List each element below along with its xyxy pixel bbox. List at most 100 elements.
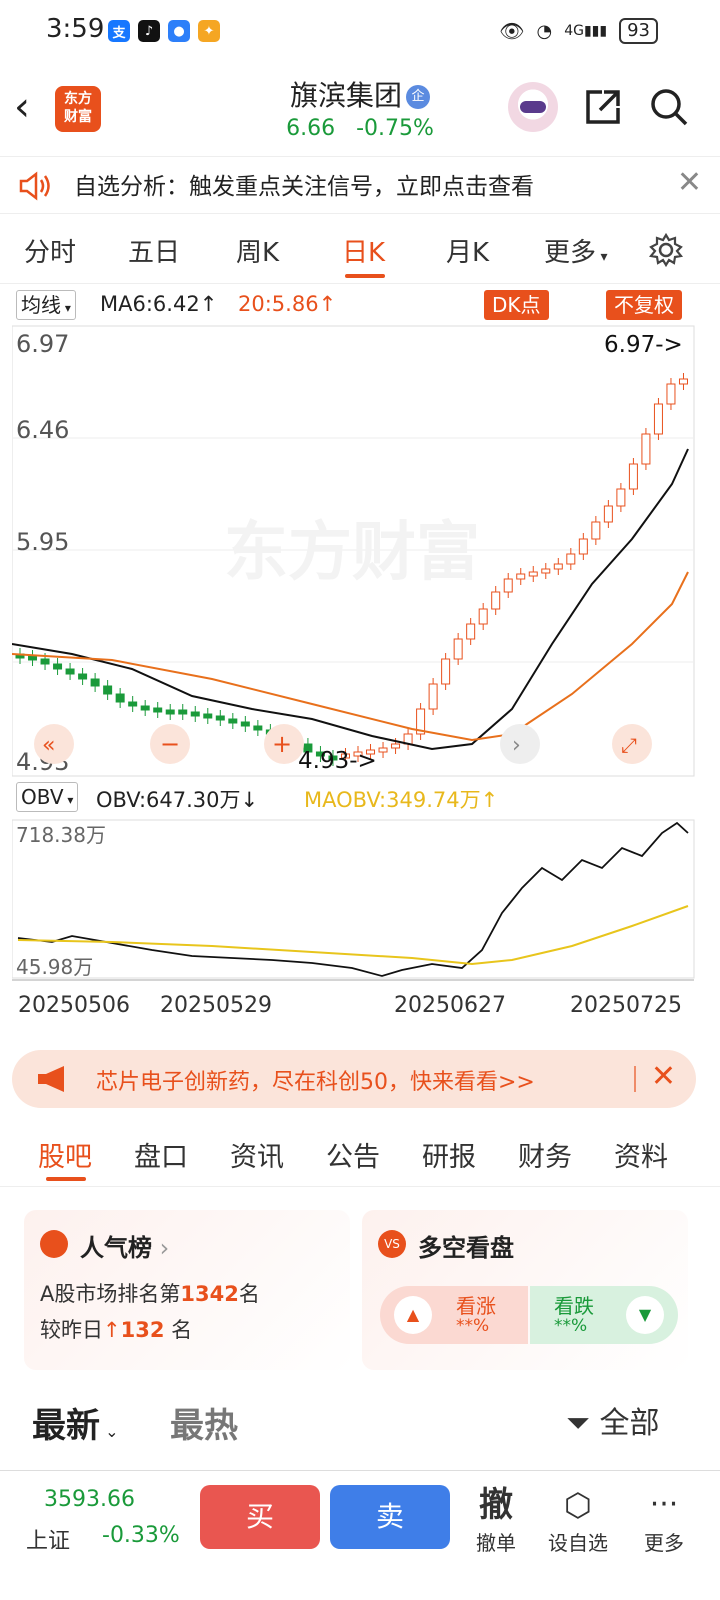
tab-guba[interactable]: 股吧 bbox=[38, 1135, 92, 1174]
svg-text:−: − bbox=[160, 730, 180, 758]
candle bbox=[240, 721, 250, 727]
tab-hot[interactable]: 最热 bbox=[170, 1398, 238, 1447]
vote-down-button[interactable]: 看跌 **% ▼ bbox=[530, 1286, 678, 1344]
x-label-4: 20250725 bbox=[570, 993, 682, 1018]
candle bbox=[90, 678, 100, 687]
ma-indicator-row: 均线 ▾ MA6:6.42↑ 20:5.86↑ DK点 不复权 bbox=[0, 288, 720, 322]
ma6-line bbox=[11, 448, 689, 751]
candle bbox=[153, 707, 163, 713]
candle bbox=[591, 521, 601, 540]
candle bbox=[653, 403, 663, 435]
active-tab-underline bbox=[46, 1177, 86, 1181]
tiktok-icon: ♪ bbox=[138, 20, 160, 42]
stock-change: -0.75% bbox=[356, 116, 434, 141]
candle bbox=[541, 568, 551, 574]
candle bbox=[378, 747, 388, 753]
more-button[interactable]: ··· 更多 bbox=[624, 1483, 704, 1556]
candle bbox=[566, 553, 576, 565]
sell-button[interactable]: 卖 bbox=[330, 1485, 450, 1549]
tab-news[interactable]: 资讯 bbox=[230, 1135, 284, 1174]
more-dots-icon: ··· bbox=[649, 1487, 679, 1522]
tab-more[interactable]: 更多 ▾ bbox=[544, 232, 608, 269]
candle bbox=[616, 488, 626, 507]
speaker-icon bbox=[19, 171, 50, 201]
chart-bar-icon bbox=[40, 1230, 68, 1258]
megaphone-icon bbox=[38, 1066, 64, 1092]
tab-latest[interactable]: 最新 ⌄ bbox=[32, 1398, 119, 1447]
promo-banner[interactable]: 芯片电子创新药，尽在科创50，快来看看>> ✕ bbox=[12, 1050, 696, 1108]
share-icon[interactable] bbox=[582, 86, 624, 128]
tab-finance[interactable]: 财务 bbox=[518, 1135, 572, 1174]
gear-icon[interactable] bbox=[648, 232, 684, 268]
tab-weekly-k[interactable]: 周K bbox=[236, 232, 279, 269]
candle bbox=[628, 463, 638, 490]
vote-up-button[interactable]: ▲ 看涨 **% bbox=[380, 1286, 528, 1344]
candle bbox=[516, 573, 526, 580]
ma6-value: MA6:6.42↑ bbox=[100, 292, 218, 316]
watermark: 东方财富 bbox=[224, 516, 480, 590]
arrow-up-icon: ▲ bbox=[394, 1296, 432, 1334]
close-icon[interactable]: ✕ bbox=[651, 1059, 676, 1094]
promo-text: 芯片电子创新药，尽在科创50，快来看看>> bbox=[96, 1070, 535, 1095]
tab-five-day[interactable]: 五日 bbox=[128, 232, 180, 269]
candle bbox=[491, 591, 501, 610]
candle bbox=[553, 563, 563, 570]
y-label-3: 5.95 bbox=[16, 528, 69, 556]
index-change[interactable]: -0.33% bbox=[102, 1523, 180, 1548]
buy-button[interactable]: 买 bbox=[200, 1485, 320, 1549]
obv-bottom-label: 45.98万 bbox=[16, 955, 93, 979]
candle bbox=[140, 705, 150, 711]
candle bbox=[78, 673, 88, 680]
tab-order-book[interactable]: 盘口 bbox=[134, 1135, 188, 1174]
kline-svg: 东方财富 6.97 6.46 5.95 4.93 6.97-> 4.93-> «… bbox=[11, 325, 695, 777]
index-name[interactable]: 上证 bbox=[26, 1523, 70, 1555]
content-tabs: 股吧 盘口 资讯 公告 研报 财务 资料 bbox=[0, 1125, 720, 1187]
candle bbox=[165, 709, 175, 715]
candle bbox=[40, 658, 50, 665]
tab-monthly-k[interactable]: 月K bbox=[446, 232, 489, 269]
obv-indicator-row: OBV ▾ OBV:647.30万↓ MAOBV:349.74万↑ bbox=[0, 780, 720, 814]
tab-daily-k[interactable]: 日K bbox=[342, 232, 385, 269]
ma-selector[interactable]: 均线 ▾ bbox=[16, 290, 76, 320]
index-value[interactable]: 3593.66 bbox=[44, 1487, 135, 1512]
obv-selector[interactable]: OBV ▾ bbox=[16, 782, 79, 812]
set-favorite-button[interactable]: ⬡ 设自选 bbox=[538, 1483, 618, 1556]
obv-chart[interactable]: 718.38万 45.98万 20250506 20250529 2025062… bbox=[11, 818, 696, 1038]
candle bbox=[53, 663, 63, 670]
market-rank: A股市场排名第1342名 bbox=[40, 1282, 260, 1306]
x-label-1: 20250506 bbox=[18, 993, 130, 1018]
enterprise-badge: 企 bbox=[406, 85, 430, 109]
popularity-card[interactable]: 人气榜 › A股市场排名第1342名 较昨日↑132 名 bbox=[24, 1210, 350, 1370]
candle bbox=[253, 725, 263, 731]
candle bbox=[441, 658, 451, 685]
search-icon[interactable] bbox=[648, 86, 690, 128]
no-adjust-button[interactable]: 不复权 bbox=[606, 290, 682, 320]
alipay-icon: 支 bbox=[108, 20, 130, 42]
x-label-2: 20250529 bbox=[160, 993, 272, 1018]
candle bbox=[578, 538, 588, 555]
kline-chart[interactable]: 东方财富 6.97 6.46 5.95 4.93 6.97-> 4.93-> «… bbox=[11, 324, 696, 779]
tab-research[interactable]: 研报 bbox=[422, 1135, 476, 1174]
tab-announcements[interactable]: 公告 bbox=[326, 1135, 380, 1174]
status-indicators: 👁 ◔ 4G▮▮▮ 93 bbox=[499, 18, 658, 44]
candle bbox=[115, 693, 125, 703]
tab-profile[interactable]: 资料 bbox=[614, 1135, 668, 1174]
dk-point-button[interactable]: DK点 bbox=[484, 290, 549, 320]
high-annotation: 6.97-> bbox=[604, 332, 683, 358]
candle bbox=[428, 683, 438, 710]
candle bbox=[528, 571, 538, 577]
notice-text: 自选分析：触发重点关注信号，立即点击查看 bbox=[74, 174, 534, 200]
status-bar: 3:59 支 ♪ ● ✦ 👁 ◔ 4G▮▮▮ 93 bbox=[0, 0, 720, 64]
withdraw-button[interactable]: 撤 撤单 bbox=[456, 1483, 536, 1556]
sentiment-card[interactable]: VS 多空看盘 ▲ 看涨 **% 看跌 **% ▼ bbox=[362, 1210, 688, 1370]
status-app-icons: 支 ♪ ● ✦ bbox=[108, 20, 220, 42]
wifi-icon: ◔ bbox=[536, 20, 553, 42]
mini-app-icon: ✦ bbox=[198, 20, 220, 42]
rank-change: 较昨日↑132 名 bbox=[40, 1318, 193, 1342]
tab-intraday[interactable]: 分时 bbox=[24, 232, 76, 269]
filter-button[interactable]: ⏷ 全部 bbox=[566, 1398, 660, 1442]
ai-robot-icon[interactable] bbox=[508, 82, 558, 132]
analysis-notice[interactable]: 自选分析：触发重点关注信号，立即点击查看 ✕ bbox=[0, 156, 720, 214]
close-icon[interactable]: ✕ bbox=[677, 165, 702, 200]
bottom-trade-bar: 3593.66 上证 -0.33% 买 卖 撤 撤单 ⬡ 设自选 ··· 更多 bbox=[0, 1470, 720, 1600]
